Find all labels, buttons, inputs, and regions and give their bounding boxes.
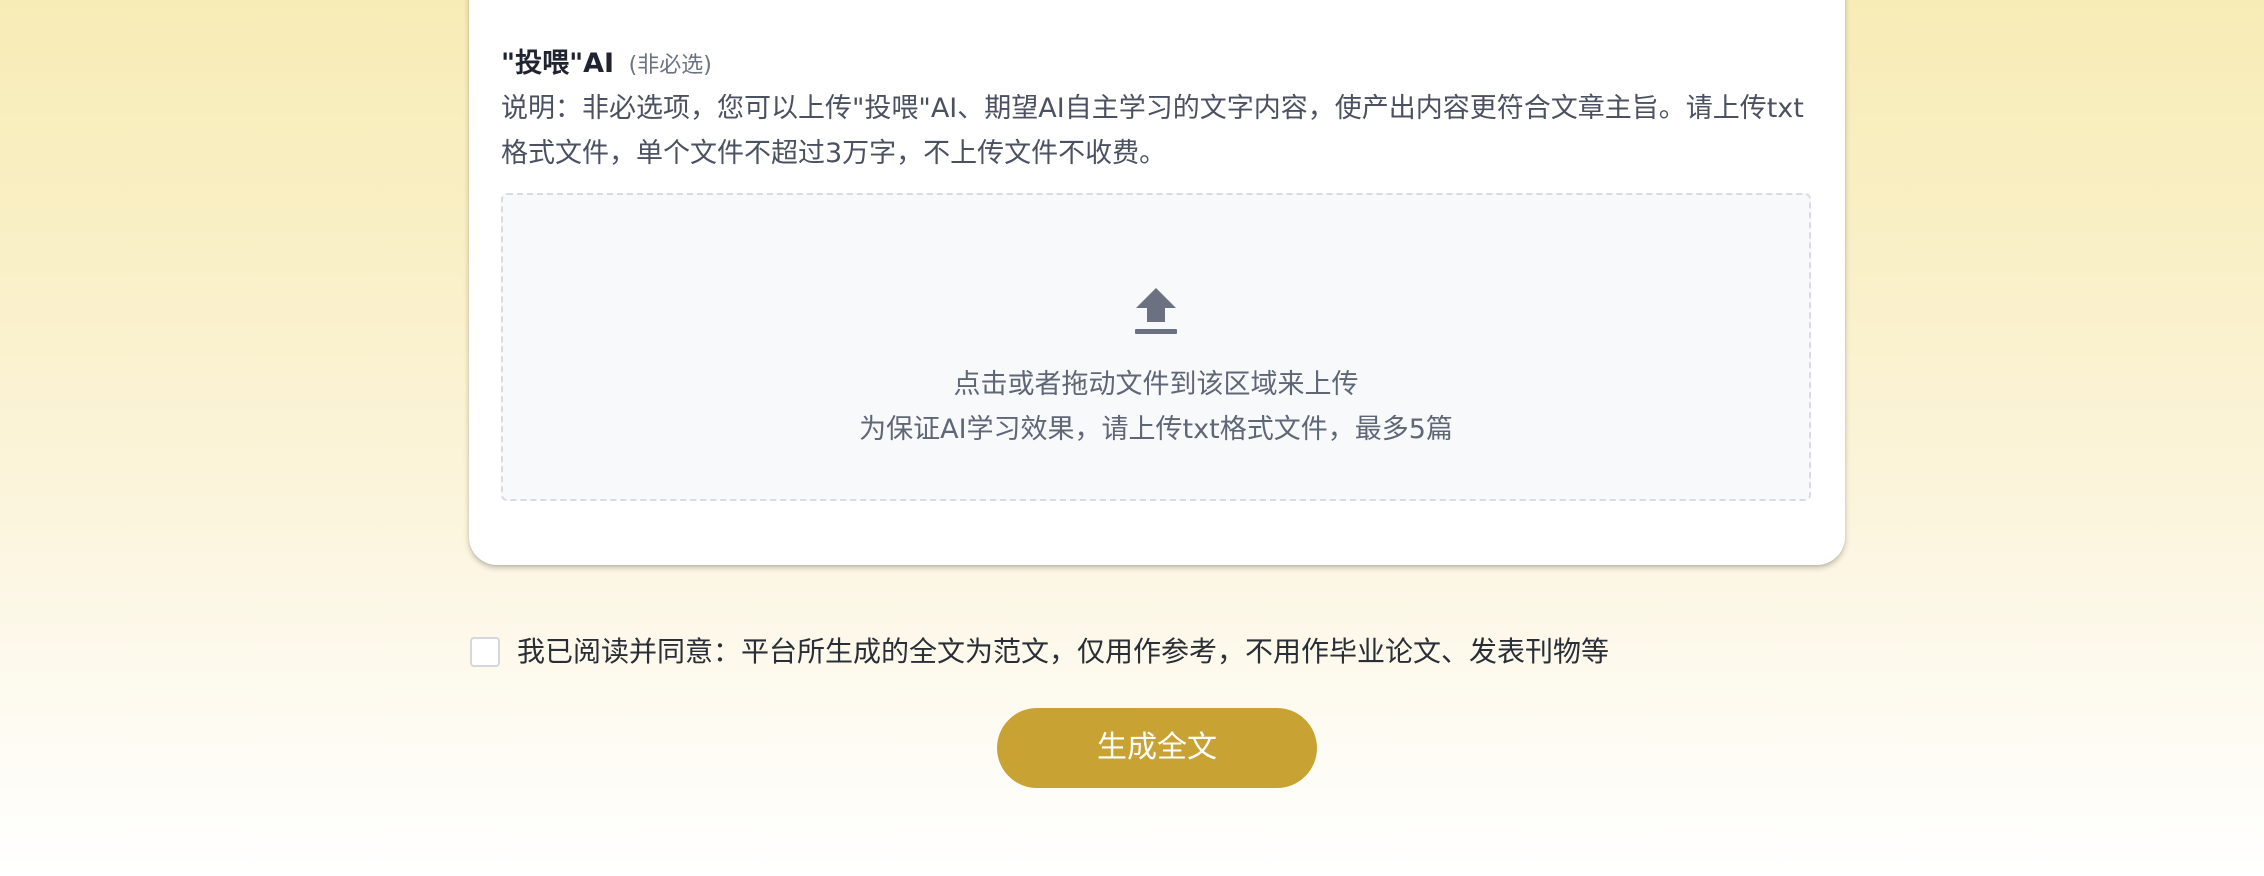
upload-hint-primary: 点击或者拖动文件到该区域来上传 (953, 369, 1359, 400)
feed-ai-description: 说明：非必选项，您可以上传"投喂"AI、期望AI自主学习的文字内容，使产出内容更… (501, 93, 1804, 169)
generate-fulltext-button[interactable]: 生成全文 (997, 708, 1317, 788)
optional-tag: (非必选) (628, 53, 712, 78)
agreement-checkbox[interactable] (470, 637, 500, 667)
upload-hint-secondary: 为保证AI学习效果，请上传txt格式文件，最多5篇 (859, 414, 1453, 445)
upload-icon (1135, 288, 1177, 334)
agreement-label[interactable]: 我已阅读并同意：平台所生成的全文为范文，仅用作参考，不用作毕业论文、发表刊物等 (517, 632, 1609, 672)
upload-dropzone[interactable] (501, 193, 1811, 501)
feed-ai-title: "投喂"AI (501, 48, 615, 79)
feed-ai-heading: "投喂"AI (非必选) (501, 44, 712, 86)
